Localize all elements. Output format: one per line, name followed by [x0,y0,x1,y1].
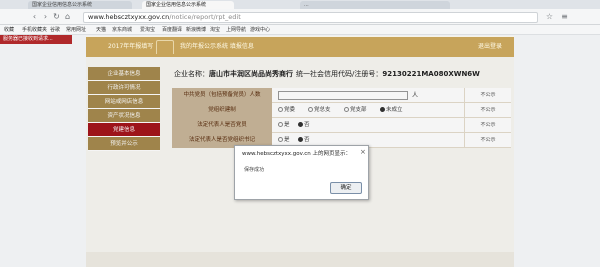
bookmark-7[interactable]: 百度翻译 [162,26,182,34]
header-year-label: 2017年年报填写 [108,43,154,50]
browser-tab-1[interactable]: 国家企业信用信息公示系统 [28,1,132,9]
url-input[interactable]: www.hebscztxyxx.gov.cn/notice/report/rpt… [83,12,538,23]
bookmark-1[interactable]: 手机收藏夹 [22,26,47,34]
refresh-icon[interactable]: ↻ [52,12,61,22]
header-title: 我的年报公示系统 填报信息 [180,43,254,50]
url-path: /notice/report/rpt_edit [169,13,241,21]
forward-icon[interactable]: › [41,12,50,22]
back-icon[interactable]: ‹ [30,12,39,22]
star-icon[interactable]: ☆ [545,12,554,22]
close-icon[interactable]: × [360,148,366,156]
dialog-title: www.hebscztxyxx.gov.cn 上的网页显示： [242,151,351,157]
bookmark-2[interactable]: 谷歌 [50,26,60,34]
logout-link[interactable]: 退出登录 [478,42,502,52]
bookmark-6[interactable]: 爱淘宝 [140,26,155,34]
bookmark-9[interactable]: 淘宝 [210,26,220,34]
home-icon[interactable]: ⌂ [63,12,72,22]
browser-tab-3[interactable]: ... [300,1,450,9]
bookmark-4[interactable]: 天猫 [96,26,106,34]
bookmark-5[interactable]: 京东商城 [112,26,132,34]
browser-tab-2[interactable]: 国家企业信用信息公示系统 [142,1,234,9]
url-domain: www.hebscztxyxx.gov.cn [88,13,170,21]
header-tab-marker [156,40,174,54]
bookmarks-bar [0,25,600,35]
bookmark-11[interactable]: 游戏中心 [250,26,270,34]
dialog-message: 保存成功 [244,167,265,173]
bookmark-10[interactable]: 上网导航 [226,26,246,34]
menu-icon[interactable]: ≡ [560,12,569,22]
server-alert-strip[interactable]: 服务器已接收到请求... [0,35,72,44]
bookmark-8[interactable]: 新浪微博 [186,26,206,34]
ok-button[interactable]: 确定 [330,182,362,194]
bookmark-3[interactable]: 常用网址 [66,26,86,34]
bookmark-0[interactable]: 收藏 [4,26,14,34]
